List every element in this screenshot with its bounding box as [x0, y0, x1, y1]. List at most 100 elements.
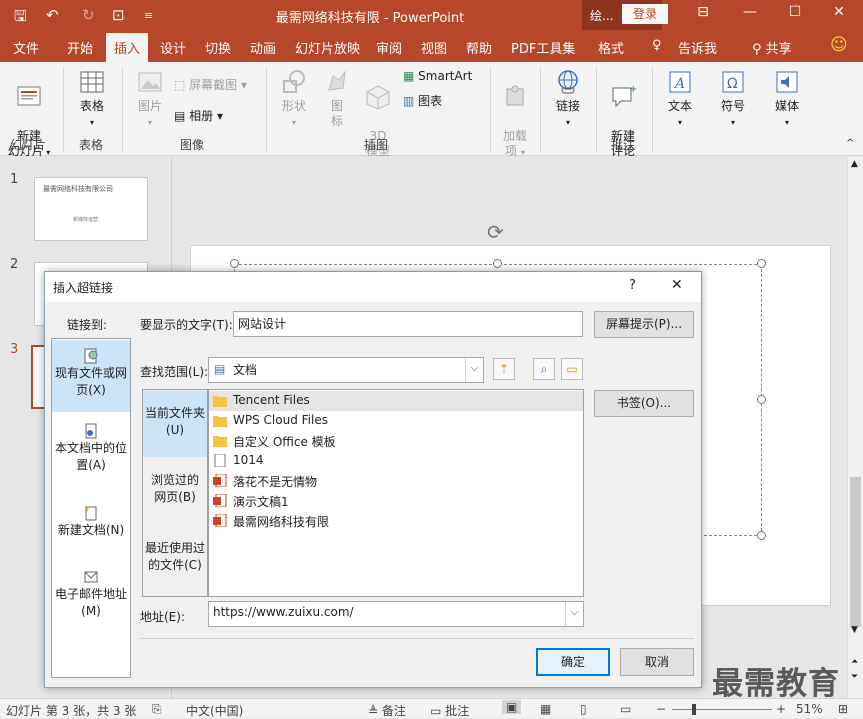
file-row[interactable]: 演示文稿1 — [209, 491, 583, 511]
shapes-button[interactable]: 形状 ▾ — [276, 68, 312, 130]
collapse-ribbon-icon[interactable]: ^ — [846, 138, 854, 149]
vertical-scrollbar[interactable]: ▲ ▼ ⏶ ⏷ — [847, 157, 863, 698]
resize-handle[interactable] — [493, 259, 502, 268]
album-label: 相册 — [189, 109, 214, 123]
scroll-thumb[interactable] — [850, 477, 861, 627]
slide-thumbnail-1[interactable]: 最需网络科技有限公司 新媒体运营 — [34, 177, 148, 241]
file-row[interactable]: 自定义 Office 模板 — [209, 431, 583, 451]
zoom-out-icon[interactable]: − — [656, 702, 666, 716]
link-type-new-document[interactable]: ✶ 新建文档(N) — [52, 505, 130, 545]
file-row[interactable]: WPS Cloud Files — [209, 411, 583, 431]
minimize-icon[interactable]: — — [735, 4, 765, 20]
display-text-input[interactable]: 网站设计 — [233, 311, 583, 337]
symbol-button[interactable]: Ω 符号 ▾ — [713, 68, 753, 130]
file-row[interactable]: 最需网络科技有限 — [209, 511, 583, 531]
reading-view-icon[interactable]: ▯ — [580, 702, 587, 716]
smartart-button[interactable]: ▦ SmartArt — [403, 69, 472, 83]
tab-format[interactable]: 格式 — [598, 38, 624, 57]
chevron-down-icon[interactable]: ⌵ — [465, 358, 483, 382]
browse-file-icon[interactable]: ▭ — [561, 358, 583, 380]
tab-slideshow[interactable]: 幻灯片放映 — [295, 38, 360, 57]
file-row[interactable]: 落花不是无情物 — [209, 471, 583, 491]
ok-button[interactable]: 确定 — [536, 648, 610, 676]
speaker-icon — [776, 71, 798, 93]
up-folder-icon[interactable]: ⇡ — [493, 358, 515, 380]
zoom-level[interactable]: 51% — [796, 702, 823, 716]
group-separator — [122, 68, 123, 152]
look-in-combo[interactable]: ▤ 文档 ⌵ — [208, 357, 484, 383]
tab-design[interactable]: 设计 — [160, 38, 186, 57]
address-input[interactable]: https://www.zuixu.com/ ⌵ — [208, 601, 584, 627]
link-button[interactable]: 链接 ▾ — [548, 68, 588, 130]
screentip-button[interactable]: 屏幕提示(P)... — [594, 311, 694, 338]
link-type-this-document[interactable]: 本文档中的位置(A) — [52, 423, 130, 483]
thumbnail-number: 2 — [10, 257, 19, 272]
album-button[interactable]: ▤ 相册 ▾ — [174, 107, 223, 124]
resize-handle[interactable] — [757, 531, 766, 540]
smartart-icon: ▦ — [403, 69, 415, 83]
bookmark-button[interactable]: 书签(O)... — [594, 390, 694, 417]
tab-review[interactable]: 审阅 — [376, 38, 402, 57]
language-indicator[interactable]: 中文(中国) — [186, 702, 243, 719]
notes-button[interactable]: ≜ 备注 — [368, 702, 406, 719]
slide-sorter-icon[interactable]: ▦ — [540, 702, 551, 716]
nav-current-folder[interactable]: 当前文件夹(U) — [143, 391, 207, 457]
window-close-icon[interactable]: ✕ — [824, 4, 854, 20]
file-row[interactable]: 1014 — [209, 451, 583, 471]
tell-me-search[interactable]: 告诉我 — [678, 38, 717, 57]
chevron-down-icon[interactable]: ⌵ — [565, 602, 583, 626]
help-button[interactable]: ? — [629, 278, 636, 293]
zoom-in-icon[interactable]: + — [776, 702, 786, 716]
rotate-handle-icon[interactable]: ⟳ — [487, 220, 504, 244]
tab-insert[interactable]: 插入 — [106, 33, 149, 62]
tab-animations[interactable]: 动画 — [250, 38, 276, 57]
zoom-slider-thumb[interactable] — [692, 704, 696, 715]
resize-handle[interactable] — [757, 259, 766, 268]
prev-slide-icon[interactable]: ⏶ — [851, 657, 858, 667]
table-button[interactable]: 表格 ▾ — [72, 68, 112, 130]
next-slide-icon[interactable]: ⏷ — [851, 672, 858, 682]
addins-button[interactable]: 加载 项 ▾ — [498, 68, 532, 160]
slideshow-view-icon[interactable]: ▭ — [620, 702, 631, 716]
dialog-divider — [140, 638, 694, 639]
smiley-feedback-icon[interactable]: ☺ — [830, 35, 848, 55]
link-type-existing-file[interactable]: 现有文件或网页(X) — [52, 340, 130, 412]
icons-button[interactable]: 图标 — [320, 68, 354, 129]
normal-view-icon[interactable]: ▣ — [502, 700, 522, 714]
maximize-icon[interactable]: ☐ — [780, 4, 810, 20]
tab-home[interactable]: 开始 — [67, 38, 93, 57]
cancel-button[interactable]: 取消 — [620, 648, 694, 676]
file-row[interactable]: Tencent Files — [209, 391, 583, 411]
zoom-slider-track[interactable] — [672, 709, 772, 710]
comments-button[interactable]: ▭ 批注 — [430, 702, 469, 719]
scroll-down-icon[interactable]: ▼ — [851, 625, 858, 635]
fit-slide-icon[interactable]: ⊞ — [838, 702, 848, 716]
tab-view[interactable]: 视图 — [421, 38, 447, 57]
tab-pdf-tools[interactable]: PDF工具集 — [511, 38, 575, 57]
group-label-images: 图像 — [180, 138, 205, 152]
browse-web-icon[interactable]: ⌕ — [533, 358, 555, 380]
login-button[interactable]: 登录 — [622, 4, 668, 24]
spell-check-icon[interactable]: ⎘ — [152, 702, 162, 717]
group-separator — [652, 68, 653, 152]
screenshot-button[interactable]: ⬚ 屏幕截图 ▾ — [174, 76, 247, 93]
ribbon-display-options-icon[interactable]: ⊟ — [688, 4, 718, 20]
link-type-email[interactable]: 电子邮件地址(M) — [52, 569, 130, 619]
nav-recent-files[interactable]: 最近使用过的文件(C) — [143, 540, 207, 580]
share-button[interactable]: ⚲ 共享 — [752, 38, 792, 57]
tab-help[interactable]: 帮助 — [466, 38, 492, 57]
chart-button[interactable]: ▥ 图表 — [403, 92, 442, 109]
tab-transitions[interactable]: 切换 — [205, 38, 231, 57]
media-button[interactable]: 媒体 ▾ — [767, 68, 807, 130]
resize-handle[interactable] — [757, 395, 766, 404]
comments-icon: ▭ — [430, 704, 442, 718]
document-place-icon — [85, 423, 97, 439]
picture-button[interactable]: 图片 ▾ — [132, 68, 168, 130]
omega-icon: Ω — [722, 71, 744, 93]
scroll-up-icon[interactable]: ▲ — [851, 159, 858, 169]
resize-handle[interactable] — [230, 259, 239, 268]
tab-file[interactable]: 文件 — [13, 38, 39, 57]
dialog-close-button[interactable]: ✕ — [671, 277, 683, 293]
nav-browsed-pages[interactable]: 浏览过的网页(B) — [143, 472, 207, 512]
text-button[interactable]: A 文本 ▾ — [660, 68, 700, 130]
